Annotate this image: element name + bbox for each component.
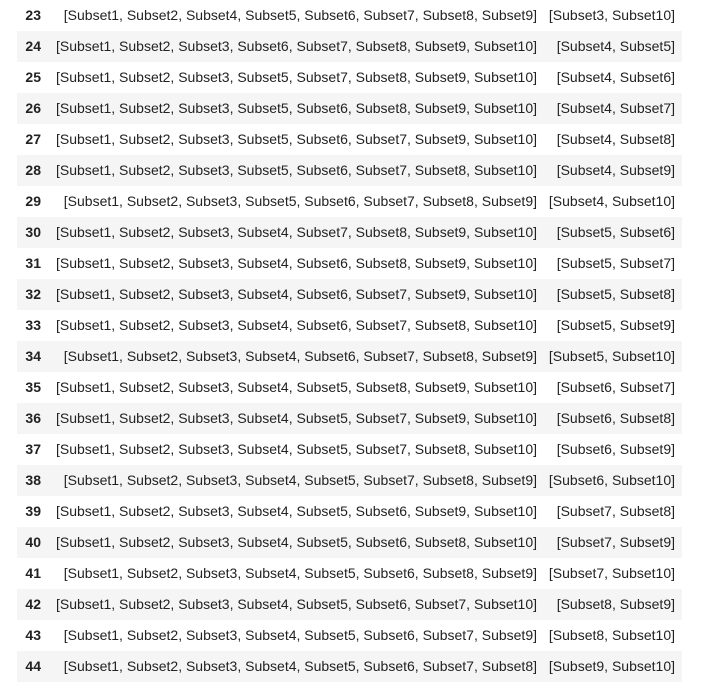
row-index: 29 (25, 193, 41, 209)
cell-col1: [Subset1, Subset2, Subset3, Subset4, Sub… (63, 658, 537, 674)
cell-col1: [Subset1, Subset2, Subset3, Subset4, Sub… (56, 503, 537, 519)
cell-col2: [Subset6, Subset8] (556, 410, 675, 426)
cell-col2: [Subset6, Subset10] (548, 472, 675, 488)
table-row: 28 [Subset1, Subset2, Subset3, Subset5, … (17, 155, 682, 186)
cell-col1: [Subset1, Subset2, Subset3, Subset4, Sub… (56, 534, 537, 550)
cell-col1: [Subset1, Subset2, Subset3, Subset5, Sub… (56, 69, 537, 85)
cell-col2: [Subset5, Subset7] (556, 255, 675, 271)
cell-col2: [Subset5, Subset10] (548, 348, 675, 364)
table-row: 32 [Subset1, Subset2, Subset3, Subset4, … (17, 279, 682, 310)
cell-col2: [Subset3, Subset10] (548, 7, 675, 23)
cell-col2: [Subset5, Subset6] (556, 224, 675, 240)
cell-col2: [Subset8, Subset9] (556, 596, 675, 612)
row-index: 41 (25, 565, 41, 581)
table-row: 38 [Subset1, Subset2, Subset3, Subset4, … (17, 465, 682, 496)
row-index: 38 (25, 472, 41, 488)
row-index: 30 (25, 224, 41, 240)
cell-col1: [Subset1, Subset2, Subset3, Subset4, Sub… (56, 286, 537, 302)
cell-col1: [Subset1, Subset2, Subset3, Subset4, Sub… (56, 317, 537, 333)
cell-col1: [Subset1, Subset2, Subset3, Subset4, Sub… (56, 596, 537, 612)
cell-col2: [Subset8, Subset10] (548, 627, 675, 643)
table-row: 25 [Subset1, Subset2, Subset3, Subset5, … (17, 62, 682, 93)
row-index: 24 (25, 38, 41, 54)
cell-col1: [Subset1, Subset2, Subset3, Subset4, Sub… (56, 441, 537, 457)
cell-col2: [Subset5, Subset8] (556, 286, 675, 302)
row-index: 40 (25, 534, 41, 550)
row-index: 36 (25, 410, 41, 426)
table-row: 34 [Subset1, Subset2, Subset3, Subset4, … (17, 341, 682, 372)
cell-col2: [Subset4, Subset9] (556, 162, 675, 178)
row-index: 44 (25, 658, 41, 674)
cell-col1: [Subset1, Subset2, Subset3, Subset4, Sub… (56, 224, 537, 240)
table-row: 43 [Subset1, Subset2, Subset3, Subset4, … (17, 620, 682, 651)
cell-col1: [Subset1, Subset2, Subset3, Subset4, Sub… (63, 348, 537, 364)
table-row: 31 [Subset1, Subset2, Subset3, Subset4, … (17, 248, 682, 279)
row-index: 27 (25, 131, 41, 147)
row-index: 33 (25, 317, 41, 333)
row-index: 43 (25, 627, 41, 643)
table-row: 27 [Subset1, Subset2, Subset3, Subset5, … (17, 124, 682, 155)
cell-col1: [Subset1, Subset2, Subset3, Subset5, Sub… (63, 193, 537, 209)
cell-col1: [Subset1, Subset2, Subset3, Subset4, Sub… (63, 472, 537, 488)
table-row: 40 [Subset1, Subset2, Subset3, Subset4, … (17, 527, 682, 558)
row-index: 37 (25, 441, 41, 457)
cell-col2: [Subset7, Subset8] (556, 503, 675, 519)
table-row: 42 [Subset1, Subset2, Subset3, Subset4, … (17, 589, 682, 620)
row-index: 25 (25, 69, 41, 85)
cell-col2: [Subset6, Subset9] (556, 441, 675, 457)
table-row: 26 [Subset1, Subset2, Subset3, Subset5, … (17, 93, 682, 124)
table-row: 23 [Subset1, Subset2, Subset4, Subset5, … (17, 0, 682, 31)
cell-col1: [Subset1, Subset2, Subset3, Subset5, Sub… (56, 162, 537, 178)
cell-col1: [Subset1, Subset2, Subset3, Subset6, Sub… (56, 38, 537, 54)
cell-col2: [Subset4, Subset7] (556, 100, 675, 116)
cell-col2: [Subset5, Subset9] (556, 317, 675, 333)
table-row: 39 [Subset1, Subset2, Subset3, Subset4, … (17, 496, 682, 527)
row-index: 34 (25, 348, 41, 364)
row-index: 26 (25, 100, 41, 116)
table-row: 24 [Subset1, Subset2, Subset3, Subset6, … (17, 31, 682, 62)
cell-col2: [Subset7, Subset9] (556, 534, 675, 550)
cell-col2: [Subset4, Subset10] (548, 193, 675, 209)
table-row: 30 [Subset1, Subset2, Subset3, Subset4, … (17, 217, 682, 248)
cell-col1: [Subset1, Subset2, Subset3, Subset5, Sub… (56, 100, 537, 116)
cell-col1: [Subset1, Subset2, Subset4, Subset5, Sub… (63, 7, 537, 23)
cell-col2: [Subset9, Subset10] (548, 658, 675, 674)
cell-col1: [Subset1, Subset2, Subset3, Subset5, Sub… (56, 131, 537, 147)
row-index: 31 (25, 255, 41, 271)
row-index: 23 (25, 7, 41, 23)
cell-col1: [Subset1, Subset2, Subset3, Subset4, Sub… (56, 410, 537, 426)
cell-col2: [Subset6, Subset7] (556, 379, 675, 395)
cell-col2: [Subset4, Subset8] (556, 131, 675, 147)
row-index: 28 (25, 162, 41, 178)
cell-col2: [Subset7, Subset10] (548, 565, 675, 581)
row-index: 42 (25, 596, 41, 612)
table-row: 33 [Subset1, Subset2, Subset3, Subset4, … (17, 310, 682, 341)
table-row: 41 [Subset1, Subset2, Subset3, Subset4, … (17, 558, 682, 589)
row-index: 39 (25, 503, 41, 519)
table-row: 35 [Subset1, Subset2, Subset3, Subset4, … (17, 372, 682, 403)
cell-col1: [Subset1, Subset2, Subset3, Subset4, Sub… (63, 565, 537, 581)
cell-col1: [Subset1, Subset2, Subset3, Subset4, Sub… (63, 627, 537, 643)
cell-col1: [Subset1, Subset2, Subset3, Subset4, Sub… (56, 255, 537, 271)
cell-col2: [Subset4, Subset5] (556, 38, 675, 54)
cell-col2: [Subset4, Subset6] (556, 69, 675, 85)
cell-col1: [Subset1, Subset2, Subset3, Subset4, Sub… (56, 379, 537, 395)
row-index: 35 (25, 379, 41, 395)
table-row: 29 [Subset1, Subset2, Subset3, Subset5, … (17, 186, 682, 217)
dataframe-table: 23 [Subset1, Subset2, Subset4, Subset5, … (17, 0, 682, 682)
row-index: 32 (25, 286, 41, 302)
table-row: 36 [Subset1, Subset2, Subset3, Subset4, … (17, 403, 682, 434)
table-row: 44 [Subset1, Subset2, Subset3, Subset4, … (17, 651, 682, 682)
table-row: 37 [Subset1, Subset2, Subset3, Subset4, … (17, 434, 682, 465)
